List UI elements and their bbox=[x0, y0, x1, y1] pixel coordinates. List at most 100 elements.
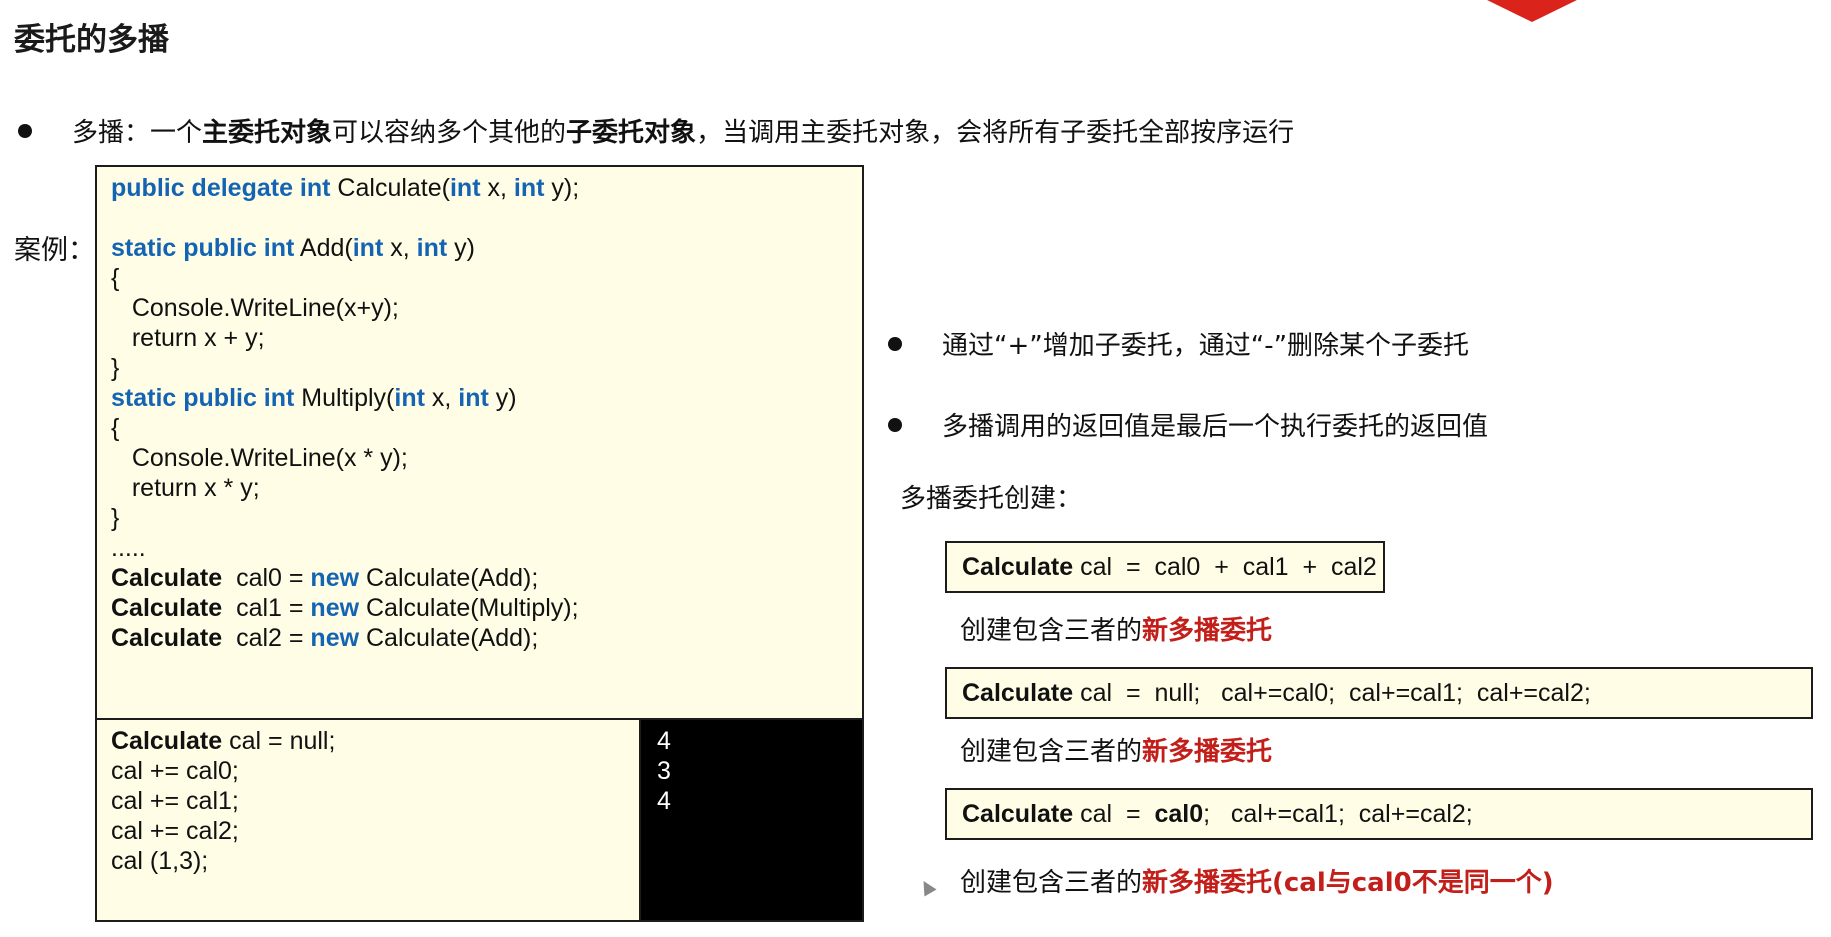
code-top-seg: Console.WriteLine(x+y); bbox=[111, 294, 399, 322]
code-top-line: Console.WriteLine(x+y); bbox=[111, 293, 862, 323]
case-label: 案例： bbox=[14, 235, 95, 266]
snippet2-seg: cal = null; cal+=cal0; cal+=cal1; cal+=c… bbox=[1073, 679, 1591, 707]
code-bottom-seg: cal (1,3); bbox=[111, 847, 209, 875]
code-top-line: static public int Add(int x, int y) bbox=[111, 233, 862, 263]
code-top-seg: Calculate(Multiply); bbox=[359, 594, 579, 622]
code-top-seg: Calculate( bbox=[330, 174, 450, 202]
code-top-seg: { bbox=[111, 414, 120, 442]
code-bottom-line: cal += cal0; bbox=[111, 756, 641, 786]
code-top-line: ..... bbox=[111, 533, 862, 563]
code-top-seg: int bbox=[352, 234, 384, 262]
code-top-seg: cal1 = bbox=[222, 594, 311, 622]
code-top-seg: ..... bbox=[111, 534, 146, 562]
caption1-highlight: 新多播委托 bbox=[1142, 616, 1273, 646]
bullet-dot-icon bbox=[18, 123, 32, 138]
code-block-definitions: public delegate int Calculate(int x, int… bbox=[97, 167, 862, 653]
caption2-plain: 创建包含三者的 bbox=[960, 737, 1143, 767]
snippet2-seg: Calculate bbox=[962, 679, 1074, 707]
code-top-line: static public int Multiply(int x, int y) bbox=[111, 383, 862, 413]
console-line: 4 bbox=[657, 726, 862, 756]
console-lines: 434 bbox=[641, 720, 862, 816]
code-top-seg: cal0 = bbox=[222, 564, 311, 592]
code-top-line: return x + y; bbox=[111, 323, 862, 353]
snippet3-seg: cal0 bbox=[1154, 800, 1204, 828]
caption-3: 创建包含三者的新多播委托(cal与cal0不是同一个) bbox=[960, 862, 1554, 899]
bullet3-text: 多播调用的返回值是最后一个执行委托的返回值 bbox=[942, 412, 1489, 442]
code-top-line: return x * y; bbox=[111, 473, 862, 503]
code-top-seg: new bbox=[310, 624, 360, 652]
code-top-seg: int bbox=[416, 234, 448, 262]
bullet1-prefix: 多播：一个 bbox=[72, 118, 203, 148]
code-top-seg: Calculate bbox=[111, 564, 223, 592]
code-top-seg: return x * y; bbox=[111, 474, 260, 502]
code-bottom-seg: cal += cal2; bbox=[111, 817, 239, 845]
code-top-line: Calculate cal1 = new Calculate(Multiply)… bbox=[111, 593, 862, 623]
code-top-seg: Console.WriteLine(x * y); bbox=[111, 444, 408, 472]
code-top-seg: Calculate(Add); bbox=[359, 564, 539, 592]
console-output: 434 bbox=[639, 718, 864, 922]
caption3-plain: 创建包含三者的 bbox=[960, 868, 1143, 898]
code-top-seg: int bbox=[449, 174, 481, 202]
bullet-return-value: 多播调用的返回值是最后一个执行委托的返回值 bbox=[888, 406, 1488, 443]
snippet-null-append: Calculate cal = null; cal+=cal0; cal+=ca… bbox=[945, 667, 1813, 719]
caption2-highlight: 新多播委托 bbox=[1142, 737, 1273, 767]
code-bottom-line: cal (1,3); bbox=[111, 846, 641, 876]
snippet3-seg: cal = bbox=[1073, 800, 1155, 828]
bullet-dot-icon bbox=[888, 336, 902, 351]
code-top-seg: Multiply( bbox=[294, 384, 395, 412]
bullet-add-remove: 通过“+”增加子委托，通过“-”删除某个子委托 bbox=[888, 325, 1469, 362]
bullet2-text: 通过“+”增加子委托，通过“-”删除某个子委托 bbox=[942, 331, 1470, 361]
code-top-line: public delegate int Calculate(int x, int… bbox=[111, 173, 862, 203]
code-top-seg: Calculate bbox=[111, 594, 223, 622]
code-top-seg: static public int bbox=[111, 384, 295, 412]
code-top-seg: int bbox=[513, 174, 545, 202]
caption-1: 创建包含三者的新多播委托 bbox=[960, 610, 1272, 647]
code-top-seg: x, bbox=[424, 384, 459, 412]
code-top-seg: Calculate(Add); bbox=[359, 624, 539, 652]
snippet3-seg: Calculate bbox=[962, 800, 1074, 828]
code-top-line bbox=[111, 203, 862, 233]
code-top-seg: cal2 = bbox=[222, 624, 311, 652]
caption-2: 创建包含三者的新多播委托 bbox=[960, 731, 1272, 768]
snippet1-seg: Calculate bbox=[962, 553, 1074, 581]
code-top-line: Console.WriteLine(x * y); bbox=[111, 443, 862, 473]
code-top-seg: int bbox=[458, 384, 489, 412]
snippet-plus-operator: Calculate cal = cal0 + cal1 + cal2 bbox=[945, 541, 1385, 593]
code-top-seg: new bbox=[310, 564, 360, 592]
mouse-cursor-icon bbox=[917, 877, 937, 897]
code-top-line: { bbox=[111, 413, 862, 443]
code-top-seg: x, bbox=[480, 174, 514, 202]
console-line: 3 bbox=[657, 756, 862, 786]
code-bottom-line: Calculate cal = null; bbox=[111, 726, 641, 756]
code-top-seg: } bbox=[111, 504, 120, 532]
code-top-seg: Calculate bbox=[111, 624, 223, 652]
snippet1-seg: cal = cal0 + cal1 + cal2 bbox=[1073, 553, 1377, 581]
code-bottom-line: cal += cal1; bbox=[111, 786, 641, 816]
bullet1-suffix: ，当调用主委托对象，会将所有子委托全部按序运行 bbox=[696, 118, 1295, 148]
code-top-line: { bbox=[111, 263, 862, 293]
code-top-seg: static public int bbox=[111, 234, 295, 262]
console-seg: 3 bbox=[657, 757, 671, 785]
code-top-line: Calculate cal2 = new Calculate(Add); bbox=[111, 623, 862, 653]
code-bottom-seg: Calculate bbox=[111, 727, 223, 755]
code-top-line: } bbox=[111, 353, 862, 383]
console-seg: 4 bbox=[657, 727, 671, 755]
console-seg: 4 bbox=[657, 787, 671, 815]
code-block-invoke: Calculate cal = null; cal += cal0; cal += … bbox=[97, 720, 641, 876]
creation-label: 多播委托创建： bbox=[900, 484, 1083, 514]
code-top-seg: public delegate int bbox=[111, 174, 331, 202]
code-top-seg: y) bbox=[488, 384, 517, 412]
bullet1-bold-main: 主委托对象 bbox=[202, 118, 333, 148]
code-top-seg: { bbox=[111, 264, 120, 292]
bullet1-bold-sub: 子委托对象 bbox=[566, 118, 697, 148]
code-box-main: public delegate int Calculate(int x, int… bbox=[95, 165, 864, 720]
code-box-invoke: Calculate cal = null; cal += cal0; cal += … bbox=[95, 718, 641, 922]
snippet-cal0-append: Calculate cal = cal0; cal+=cal1; cal+=ca… bbox=[945, 788, 1813, 840]
code-top-seg: return x + y; bbox=[111, 324, 265, 352]
caption3-highlight: 新多播委托(cal与cal0不是同一个) bbox=[1142, 868, 1554, 898]
code-top-seg: y) bbox=[447, 234, 475, 262]
code-top-seg: new bbox=[310, 594, 360, 622]
code-bottom-line: cal += cal2; bbox=[111, 816, 641, 846]
caption1-plain: 创建包含三者的 bbox=[960, 616, 1143, 646]
code-bottom-seg: cal += cal0; bbox=[111, 757, 239, 785]
